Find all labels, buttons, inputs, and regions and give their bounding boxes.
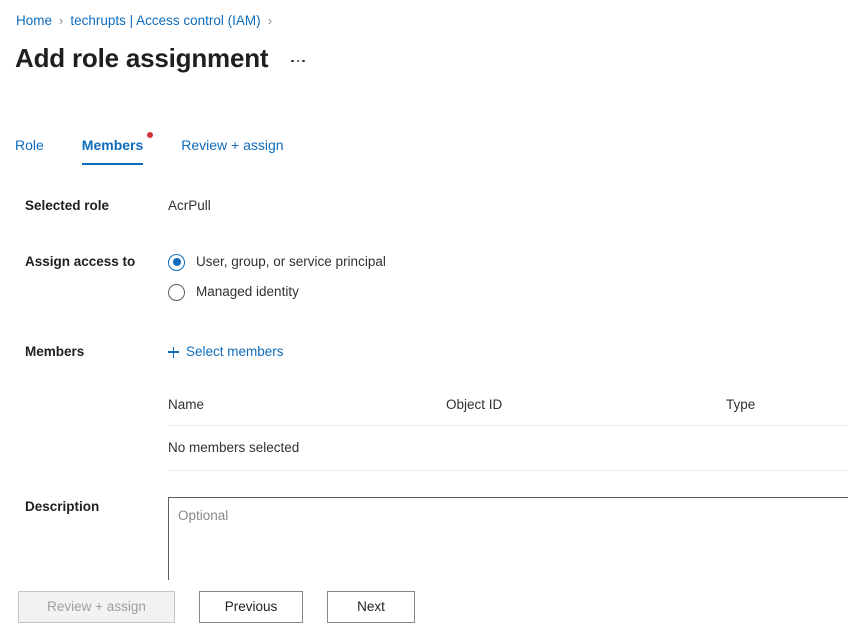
column-header-name: Name (168, 395, 446, 426)
role-assignment-form: Selected role AcrPull Assign access to U… (0, 196, 848, 591)
tab-review-assign-label: Review + assign (181, 137, 283, 153)
assign-access-to-radio-group: User, group, or service principal Manage… (168, 252, 848, 302)
plus-icon (168, 347, 179, 358)
next-button[interactable]: Next (327, 591, 415, 623)
row-assign-access-to: Assign access to User, group, or service… (0, 252, 848, 312)
breadcrumb: Home › techrupts | Access control (IAM) … (16, 12, 279, 30)
wizard-tabs: Role Members Review + assign (15, 135, 322, 165)
ellipsis-dot-1 (291, 60, 294, 63)
members-label: Members (0, 342, 168, 362)
table-row-empty: No members selected (168, 425, 848, 470)
tab-role-label: Role (15, 137, 44, 153)
description-label: Description (0, 497, 168, 517)
assign-access-to-label: Assign access to (0, 252, 168, 272)
radio-managed-identity-label: Managed identity (196, 282, 299, 302)
radio-user-group-service-principal-label: User, group, or service principal (196, 252, 386, 272)
column-header-type: Type (726, 395, 848, 426)
tab-members[interactable]: Members (82, 135, 143, 165)
breadcrumb-chevron-icon: › (59, 12, 63, 30)
row-members: Members Select members Name Object ID Ty… (0, 342, 848, 471)
radio-selected-icon (168, 254, 185, 271)
breadcrumb-item-access-control[interactable]: techrupts | Access control (IAM) (70, 12, 260, 30)
tab-members-label: Members (82, 137, 143, 153)
row-selected-role: Selected role AcrPull (0, 196, 848, 216)
breadcrumb-chevron-icon-2: › (268, 12, 272, 30)
selected-role-value: AcrPull (168, 196, 848, 216)
review-assign-button[interactable]: Review + assign (18, 591, 175, 623)
column-header-object-id: Object ID (446, 395, 726, 426)
ellipsis-dot-3 (302, 60, 305, 63)
radio-user-group-service-principal[interactable]: User, group, or service principal (168, 252, 848, 272)
ellipsis-dot-2 (297, 60, 300, 63)
page-title: Add role assignment (15, 41, 268, 75)
radio-managed-identity[interactable]: Managed identity (168, 282, 848, 302)
members-empty-message: No members selected (168, 425, 848, 470)
wizard-footer: Review + assign Previous Next (0, 580, 848, 634)
tab-required-dot-icon (147, 132, 153, 138)
table-header-row: Name Object ID Type (168, 395, 848, 426)
breadcrumb-item-home[interactable]: Home (16, 12, 52, 30)
tab-role[interactable]: Role (15, 135, 44, 165)
row-description: Description (0, 497, 848, 591)
radio-unselected-icon (168, 284, 185, 301)
more-actions-icon[interactable] (288, 56, 308, 67)
tab-review-assign[interactable]: Review + assign (181, 135, 283, 165)
select-members-label: Select members (186, 342, 284, 362)
members-table: Name Object ID Type No members selected (168, 395, 848, 471)
description-input[interactable] (168, 497, 848, 591)
previous-button[interactable]: Previous (199, 591, 303, 623)
select-members-button[interactable]: Select members (168, 342, 284, 362)
selected-role-label: Selected role (0, 196, 168, 216)
page-header: Add role assignment (15, 41, 308, 75)
